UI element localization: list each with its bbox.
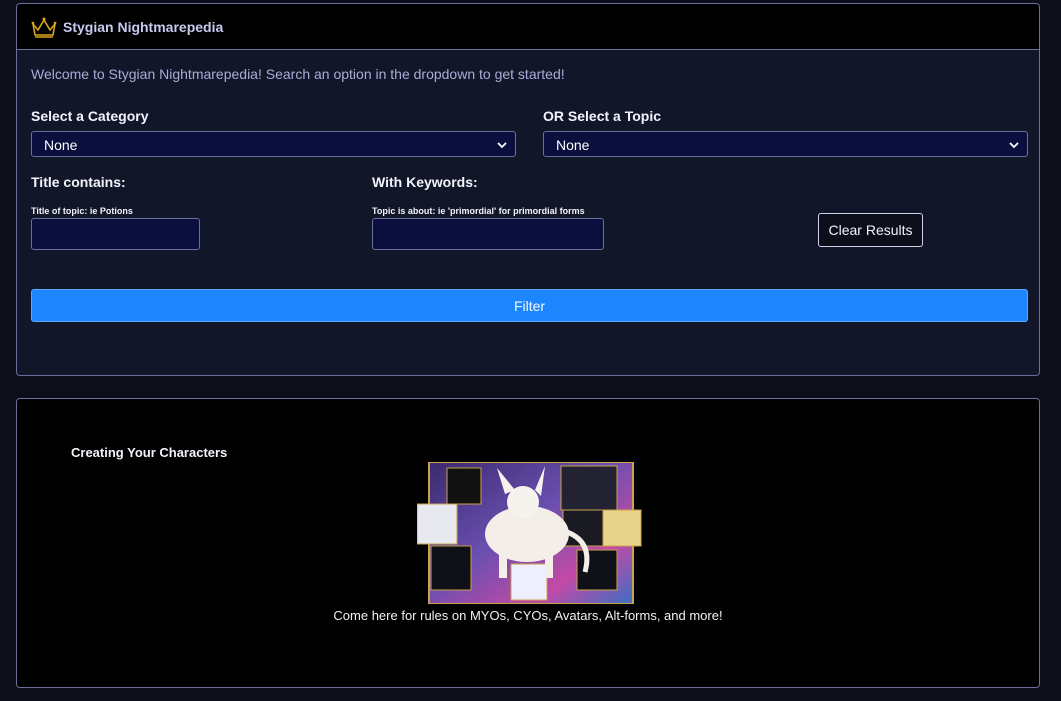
- chevron-down-icon: [497, 142, 507, 149]
- chevron-down-icon: [1009, 142, 1019, 149]
- keywords-input[interactable]: [372, 218, 604, 250]
- character-reference-image[interactable]: [417, 462, 643, 604]
- welcome-text: Welcome to Stygian Nightmarepedia! Searc…: [31, 66, 565, 82]
- result-caption: Come here for rules on MYOs, CYOs, Avata…: [333, 608, 723, 623]
- clear-results-button[interactable]: Clear Results: [818, 213, 923, 247]
- keywords-label: With Keywords:: [372, 174, 478, 190]
- category-label: Select a Category: [31, 108, 149, 124]
- title-contains-input[interactable]: [31, 218, 200, 250]
- keywords-hint: Topic is about: ie 'primordial' for prim…: [372, 206, 585, 216]
- panel-header: Stygian Nightmarepedia: [17, 4, 1039, 50]
- category-select[interactable]: None: [31, 131, 516, 157]
- topic-label: OR Select a Topic: [543, 108, 661, 124]
- title-contains-label: Title contains:: [31, 174, 126, 190]
- results-panel: Creating Your Characters Come here for r…: [16, 398, 1040, 688]
- topic-select[interactable]: None: [543, 131, 1028, 157]
- category-select-value: None: [44, 137, 78, 153]
- crown-icon: [31, 17, 57, 38]
- app-title: Stygian Nightmarepedia: [63, 18, 224, 35]
- topic-select-value: None: [556, 137, 590, 153]
- search-panel: Stygian Nightmarepedia Welcome to Stygia…: [16, 3, 1040, 376]
- filter-button[interactable]: Filter: [31, 289, 1028, 322]
- result-title[interactable]: Creating Your Characters: [71, 445, 227, 460]
- title-contains-hint: Title of topic: ie Potions: [31, 206, 133, 216]
